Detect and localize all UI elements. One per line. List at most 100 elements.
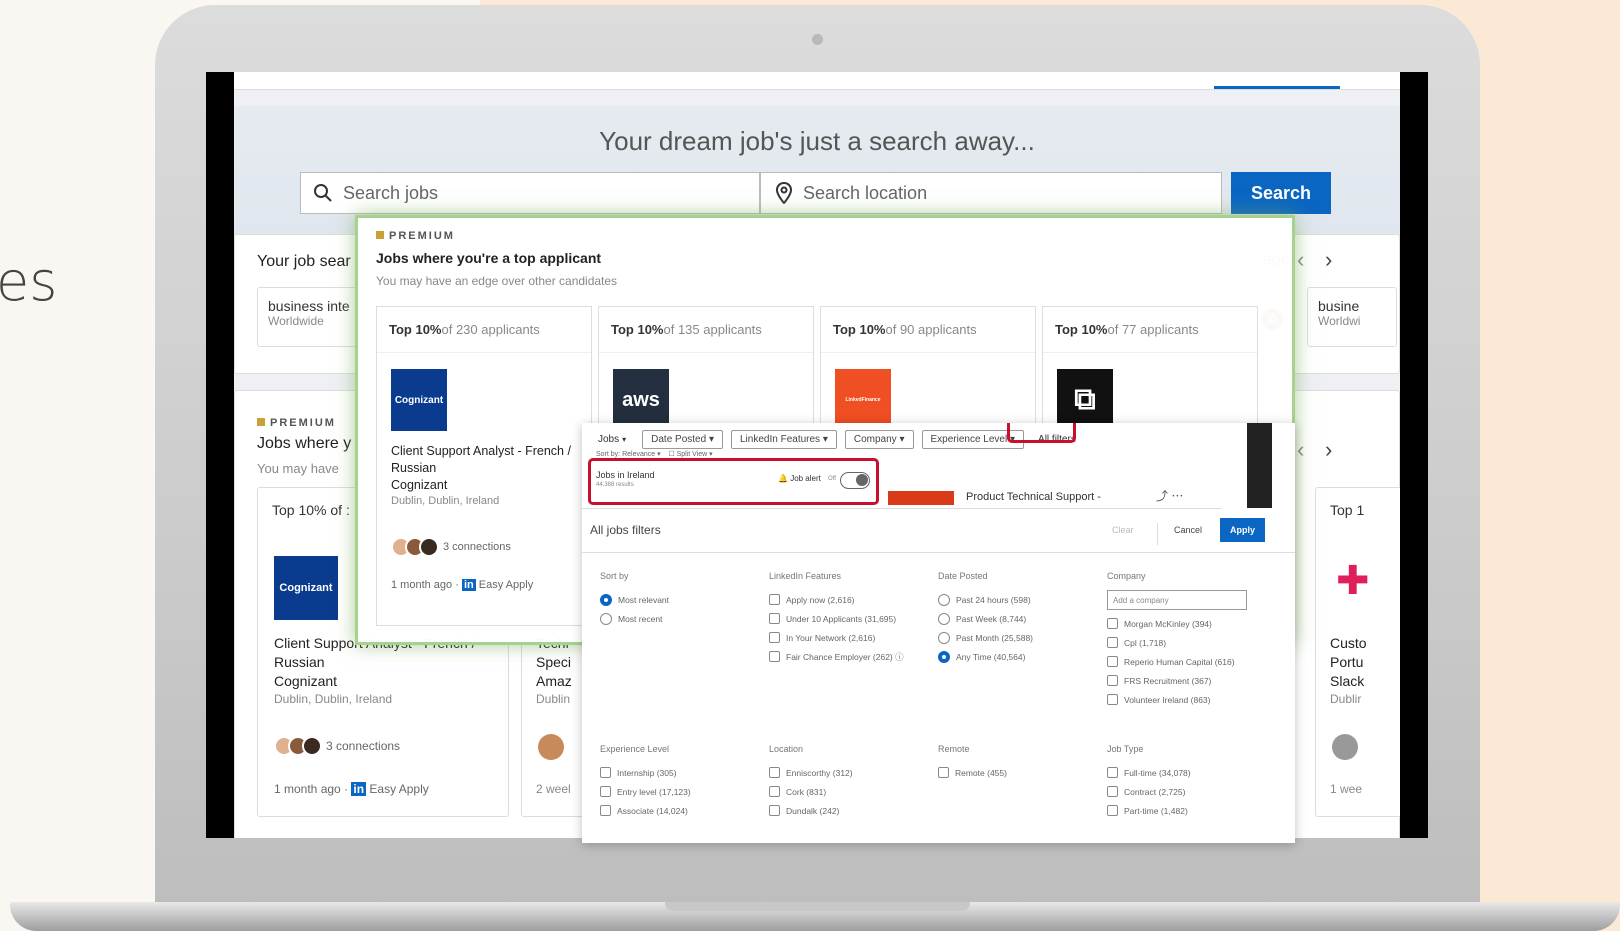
date-posted-group: Date Posted Past 24 hours (598) Past Wee… bbox=[938, 571, 1033, 666]
section-prev-arrow[interactable]: ‹ bbox=[1297, 437, 1304, 463]
top-percent-bold: Top 10% bbox=[1055, 322, 1108, 337]
cognizant-logo: Cognizant bbox=[274, 556, 338, 620]
sort-by-group: Sort by Most relevant Most recent bbox=[600, 571, 669, 628]
nav-active-indicator bbox=[1214, 86, 1340, 89]
connection-avatars: 3 connections bbox=[274, 736, 400, 756]
remote-option[interactable]: Remote (455) bbox=[938, 763, 1007, 782]
sort-most-recent[interactable]: Most recent bbox=[600, 609, 669, 628]
aws-logo: aws bbox=[613, 369, 669, 431]
search-button[interactable]: Search bbox=[1231, 172, 1331, 214]
job-location: Dublin, Dublin, Ireland bbox=[274, 692, 393, 706]
job-type-group: Job Type Full-time (34,078) Contract (2,… bbox=[1107, 744, 1191, 820]
date-option-any-time[interactable]: Any Time (40,564) bbox=[938, 647, 1033, 666]
date-option[interactable]: Past Month (25,588) bbox=[938, 628, 1033, 647]
filter-date-posted[interactable]: Date Posted ▾ bbox=[642, 429, 723, 449]
company-option[interactable]: Reperio Human Capital (616) bbox=[1107, 652, 1247, 671]
location-option[interactable]: Dundalk (242) bbox=[769, 801, 853, 820]
filter-jobs[interactable]: Jobs bbox=[598, 434, 619, 445]
jobtype-option[interactable]: Part-time (1,482) bbox=[1107, 801, 1191, 820]
jobtype-option[interactable]: Full-time (34,078) bbox=[1107, 763, 1191, 782]
slack-logo: ✚ bbox=[1336, 559, 1370, 603]
date-option[interactable]: Past 24 hours (598) bbox=[938, 590, 1033, 609]
clear-button[interactable]: Clear bbox=[1112, 525, 1134, 535]
saved-search-title-2: busine bbox=[1318, 298, 1360, 314]
hero-title: Your dream job's just a search away... bbox=[599, 126, 1035, 156]
cognizant-logo: Cognizant bbox=[391, 369, 447, 431]
top-nav bbox=[234, 72, 1400, 90]
saved-search-title: business inte bbox=[268, 298, 350, 314]
avatar bbox=[419, 537, 439, 557]
linkedfinance-logo: LinkedFinance bbox=[835, 369, 891, 431]
connections-count: 3 connections bbox=[443, 541, 511, 553]
top-percent: Top 10% of 230 applicants bbox=[377, 307, 591, 353]
easy-apply-label: Easy Apply bbox=[369, 782, 429, 796]
avatar bbox=[538, 734, 564, 760]
sort-by-relevance[interactable]: Sort by: Relevance ▾ ☐ Split View ▾ bbox=[596, 450, 713, 458]
experience-option[interactable]: Associate (14,024) bbox=[600, 801, 691, 820]
sort-most-relevant[interactable]: Most relevant bbox=[600, 590, 669, 609]
filter-linkedin-features[interactable]: LinkedIn Features ▾ bbox=[731, 429, 837, 449]
preview-job-title[interactable]: Product Technical Support - bbox=[966, 491, 1101, 503]
company-name: Cognizant bbox=[274, 673, 338, 689]
location-option[interactable]: Enniscorthy (312) bbox=[769, 763, 853, 782]
laptop-notch bbox=[665, 902, 970, 911]
company-option[interactable]: Cpl (1,718) bbox=[1107, 633, 1247, 652]
job-alert-highlight bbox=[588, 458, 879, 505]
share-icon[interactable]: ⤴ ⋯ bbox=[1156, 487, 1183, 504]
all-jobs-filters-panel: Jobs ▾ Date Posted ▾ LinkedIn Features ▾ … bbox=[582, 423, 1295, 843]
feature-option[interactable]: In Your Network (2,616) bbox=[769, 628, 904, 647]
company-option[interactable]: FRS Recruitment (367) bbox=[1107, 671, 1247, 690]
jobtype-option[interactable]: Contract (2,725) bbox=[1107, 782, 1191, 801]
experience-option[interactable]: Internship (305) bbox=[600, 763, 691, 782]
company-name: Cognizant bbox=[391, 478, 448, 492]
premium-label: PREMIUM bbox=[376, 230, 455, 242]
search-icon bbox=[314, 184, 332, 202]
job-card[interactable]: Top 10% of 230 applicants Cognizant Clie… bbox=[376, 306, 592, 626]
search-jobs-placeholder: Search jobs bbox=[343, 182, 439, 203]
apply-button[interactable]: Apply bbox=[1220, 518, 1265, 542]
add-company-input[interactable]: Add a company bbox=[1107, 590, 1247, 610]
scrollbar-dark bbox=[1247, 423, 1272, 508]
location-group: Location Enniscorthy (312) Cork (831) Du… bbox=[769, 744, 853, 820]
easy-apply-label: Easy Apply bbox=[478, 579, 534, 591]
top-percent: Top 1 bbox=[1330, 502, 1365, 518]
search-location-input[interactable]: Search location bbox=[760, 172, 1222, 214]
location-option[interactable]: Cork (831) bbox=[769, 782, 853, 801]
connections-count: 3 connections bbox=[326, 739, 401, 753]
next-arrow[interactable]: › bbox=[1325, 247, 1332, 273]
saved-search-card-2[interactable]: busine Worldwi bbox=[1307, 287, 1397, 347]
company-option[interactable]: Morgan McKinley (394) bbox=[1107, 614, 1247, 633]
job-card[interactable]: Top 1 ✚ Custo Portu Slack Dublir 1 wee bbox=[1315, 487, 1400, 817]
overlay-subheading: You may have an edge over other candidat… bbox=[376, 274, 618, 288]
avatar bbox=[302, 736, 322, 756]
job-search-heading: Your job sear bbox=[257, 253, 351, 270]
feature-option[interactable]: Apply now (2,616) bbox=[769, 590, 904, 609]
section-next-arrow[interactable]: › bbox=[1325, 437, 1332, 463]
company-option[interactable]: Volunteer Ireland (863) bbox=[1107, 690, 1247, 709]
experience-option[interactable]: Entry level (17,123) bbox=[600, 782, 691, 801]
cancel-button[interactable]: Cancel bbox=[1174, 525, 1202, 535]
job-title-line2: Speci bbox=[536, 654, 572, 670]
posted-time: 1 month ago bbox=[391, 579, 453, 591]
divider bbox=[1157, 523, 1158, 545]
search-jobs-input[interactable]: Search jobs bbox=[300, 172, 760, 214]
date-option[interactable]: Past Week (8,744) bbox=[938, 609, 1033, 628]
prev-arrow[interactable]: ‹ bbox=[1297, 247, 1304, 273]
linkedin-icon: in bbox=[461, 579, 476, 591]
top-percent-bold: Top 10% bbox=[389, 322, 442, 337]
section-heading: Jobs where y bbox=[257, 435, 352, 452]
job-title-line2: Portu bbox=[1330, 654, 1364, 670]
posted-time: 1 wee bbox=[1330, 782, 1363, 796]
posted-time: 1 month ago bbox=[274, 782, 341, 796]
top-percent-rest: of 230 applicants bbox=[441, 322, 540, 337]
camera bbox=[812, 34, 823, 45]
saved-search-location-2: Worldwi bbox=[1318, 314, 1361, 328]
location-pin-icon bbox=[775, 182, 793, 204]
overlay-heading: Jobs where you're a top applicant bbox=[376, 250, 602, 266]
feature-option[interactable]: Under 10 Applicants (31,695) bbox=[769, 609, 904, 628]
filters-title: All jobs filters bbox=[590, 523, 661, 537]
feature-option[interactable]: Fair Chance Employer (262) ⓘ bbox=[769, 647, 904, 666]
filter-company[interactable]: Company ▾ bbox=[844, 429, 914, 449]
company-name: Slack bbox=[1330, 673, 1365, 689]
all-filters-highlight bbox=[1007, 423, 1076, 443]
